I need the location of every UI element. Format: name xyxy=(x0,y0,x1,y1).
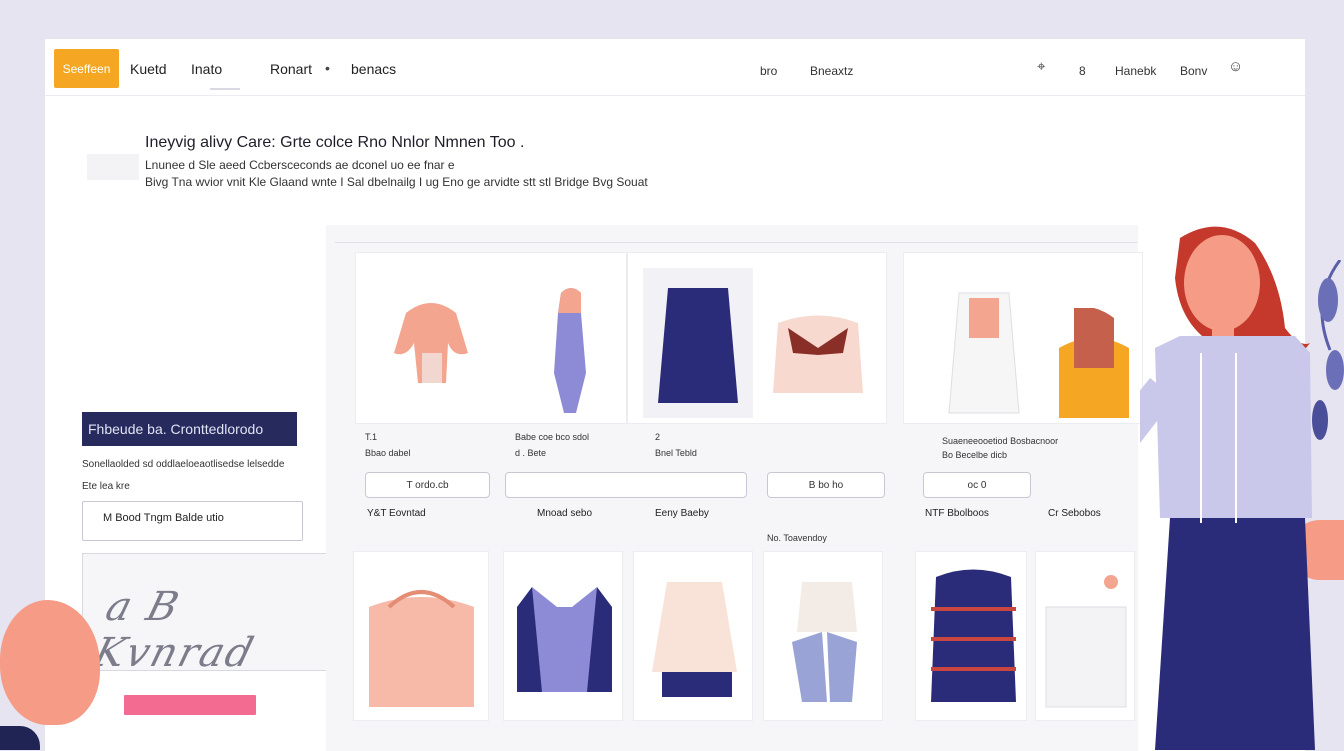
nav-link-2[interactable]: Inato xyxy=(191,61,222,77)
card-label: Babe coe bco sdol xyxy=(515,432,590,442)
sidebar-field[interactable]: M Bood Tngm Balde utio xyxy=(82,501,303,541)
product-image-jeans xyxy=(792,582,857,702)
card-sublabel: Bnel Tebld xyxy=(655,448,697,458)
right-link-1[interactable]: 8 xyxy=(1079,64,1086,78)
signature-box: a B Kvnrad xyxy=(82,553,327,676)
card-caption: Mnoad sebo xyxy=(537,508,593,519)
site-logo[interactable]: Seeffeen xyxy=(54,49,119,88)
card-caption: NTF Bbolboos xyxy=(925,508,989,519)
product-image-cream-sweater xyxy=(652,582,737,697)
product-card[interactable] xyxy=(915,551,1027,721)
primary-action-button[interactable] xyxy=(124,695,256,715)
quantity-select[interactable] xyxy=(505,472,747,498)
card-sublabel: d . Bete xyxy=(515,448,547,458)
product-image-top-bow xyxy=(773,315,863,393)
card-label: 2 xyxy=(655,432,661,442)
card-caption: Cr Sebobos xyxy=(1048,508,1101,519)
card-caption: Eeny Baeby xyxy=(655,508,709,519)
product-card[interactable] xyxy=(503,551,623,721)
product-image-orange-top xyxy=(1059,308,1129,418)
card-label: T.1 xyxy=(365,432,378,442)
size-select[interactable]: T ordo.cb xyxy=(365,472,490,498)
shopper-illustration xyxy=(1140,226,1315,750)
card-sublabel: Bo Becelbe dicb xyxy=(942,450,1008,460)
right-link-2[interactable]: Hanebk xyxy=(1115,64,1156,78)
product-card[interactable] xyxy=(627,252,887,424)
sidebar-subtext: Ete lea kre xyxy=(82,481,130,492)
color-select[interactable]: B bo ho xyxy=(767,472,885,498)
sidebar-text: Sonellaolded sd oddlaeloeaotlisedse lels… xyxy=(82,459,285,470)
product-card[interactable] xyxy=(633,551,753,721)
product-card[interactable] xyxy=(903,252,1143,424)
product-image-white-bag xyxy=(1045,575,1127,708)
product-image-navy-skirt xyxy=(643,268,753,418)
product-image-dress xyxy=(554,288,586,413)
product-image-top xyxy=(394,303,468,383)
center-link-1[interactable]: bro xyxy=(760,64,777,78)
card-label: Suaeneeooetiod Bosbacnoor xyxy=(942,436,1059,446)
card-caption-2: No. Toavendoy xyxy=(767,533,827,543)
nav-link-1[interactable]: Kuetd xyxy=(130,61,167,77)
nav-separator: • xyxy=(325,60,330,76)
page-subtitle: Lnunee d Sle aeed Ccbersceconds ae dcone… xyxy=(145,158,455,172)
right-link-3[interactable]: Bonv xyxy=(1180,64,1207,78)
active-tab-indicator xyxy=(210,88,240,90)
grid-divider xyxy=(335,242,1137,243)
sidebar-banner[interactable]: Fhbeude ba. Cronttedlorodo xyxy=(82,412,297,446)
headline-accent-block xyxy=(87,154,139,180)
product-image-white-top xyxy=(948,292,1020,414)
nav-link-4[interactable]: benacs xyxy=(351,61,396,77)
product-card[interactable] xyxy=(355,252,627,424)
nav-link-3[interactable]: Ronart xyxy=(270,61,312,77)
product-image-lavender-vest xyxy=(517,587,612,692)
decorative-corner xyxy=(0,726,40,750)
decorative-blob xyxy=(0,600,100,725)
product-card[interactable] xyxy=(353,551,489,721)
signature: a B Kvnrad xyxy=(88,584,260,676)
page-description: Bivg Tna wvior vnit Kle Glaand wnte I Sa… xyxy=(145,175,648,189)
top-nav-bar: Seeffeen Kuetd Inato Ronart • benacs bro… xyxy=(45,39,1305,96)
page-title: Ineyvig alivy Care: Grte colce Rno Nnlor… xyxy=(145,134,525,151)
user-icon[interactable]: ☺ xyxy=(1228,58,1243,75)
location-icon[interactable]: ⌖ xyxy=(1037,58,1045,75)
option-select[interactable]: oc 0 xyxy=(923,472,1031,498)
page-frame: Seeffeen Kuetd Inato Ronart • benacs bro… xyxy=(45,38,1305,751)
card-sublabel: Bbao dabel xyxy=(365,448,411,458)
product-card[interactable] xyxy=(1035,551,1135,721)
product-card[interactable] xyxy=(763,551,883,721)
card-caption: Y&T Eovntad xyxy=(367,508,426,519)
product-image-striped-sweater xyxy=(931,569,1016,702)
product-image-peach-bag xyxy=(369,590,474,707)
center-link-2[interactable]: Bneaxtz xyxy=(810,64,853,78)
